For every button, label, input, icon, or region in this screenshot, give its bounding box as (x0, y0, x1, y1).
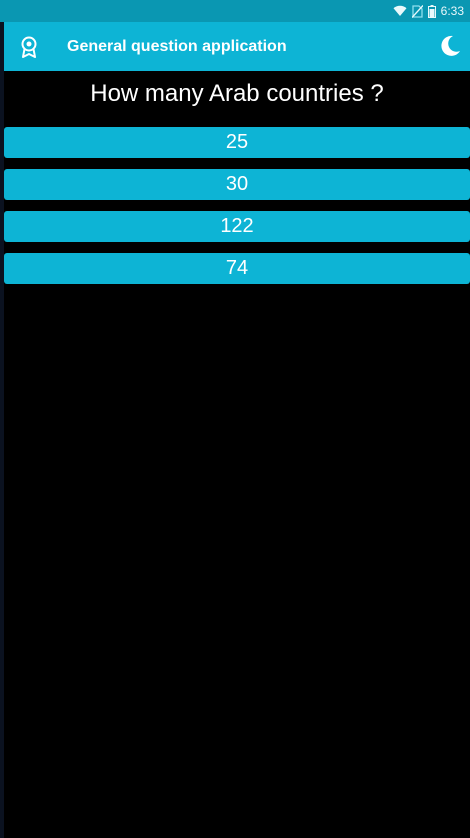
wifi-icon (393, 5, 407, 17)
answer-button-3[interactable]: 122 (4, 211, 470, 242)
question-text: How many Arab countries ? (90, 80, 384, 107)
no-sim-icon (411, 4, 423, 18)
answers-list: 25 30 122 74 (4, 127, 470, 295)
app-screen: 6:33 General question application How ma… (0, 0, 470, 838)
answer-button-2[interactable]: 30 (4, 169, 470, 200)
status-bar: 6:33 (0, 0, 470, 22)
answer-button-1[interactable]: 25 (4, 127, 470, 158)
battery-icon (427, 4, 436, 18)
answer-button-4[interactable]: 74 (4, 253, 470, 284)
award-icon[interactable] (18, 35, 40, 59)
status-time: 6:33 (440, 4, 464, 18)
screen-edge (0, 0, 4, 838)
moon-icon[interactable] (438, 34, 462, 58)
app-bar: General question application (4, 22, 470, 71)
app-title: General question application (67, 38, 287, 55)
